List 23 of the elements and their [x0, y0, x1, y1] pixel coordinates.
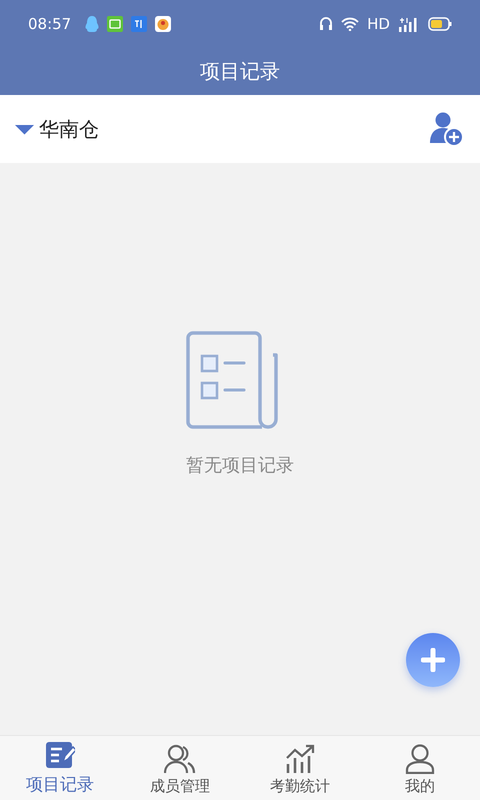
wifi-icon [341, 17, 360, 31]
caret-icon [15, 124, 34, 134]
battery-icon [428, 17, 452, 31]
headset-icon [319, 16, 334, 32]
warehouse-dropdown[interactable]: 华南仓 [15, 116, 99, 142]
person-icon [405, 744, 435, 774]
tab[interactable]: 我的 [360, 736, 480, 800]
tv-app-icon [107, 16, 124, 32]
page-title: 项目记录 [200, 58, 280, 85]
people-icon [164, 744, 196, 774]
chart-icon [284, 744, 316, 774]
network-type: HD [367, 15, 390, 33]
empty-message: 暂无项目记录 [186, 454, 294, 477]
tab[interactable]: 项目记录 [0, 736, 120, 800]
add-button[interactable] [406, 633, 460, 687]
ghost-icon [85, 15, 100, 33]
edit-note-icon [45, 740, 75, 770]
tab[interactable]: 成员管理 [120, 736, 240, 800]
app-icon [131, 16, 148, 32]
add-member-icon[interactable] [428, 111, 464, 147]
clock-time: 08:57 [28, 15, 72, 33]
plus-icon [421, 648, 445, 672]
tab[interactable]: 考勤统计 [240, 736, 360, 800]
